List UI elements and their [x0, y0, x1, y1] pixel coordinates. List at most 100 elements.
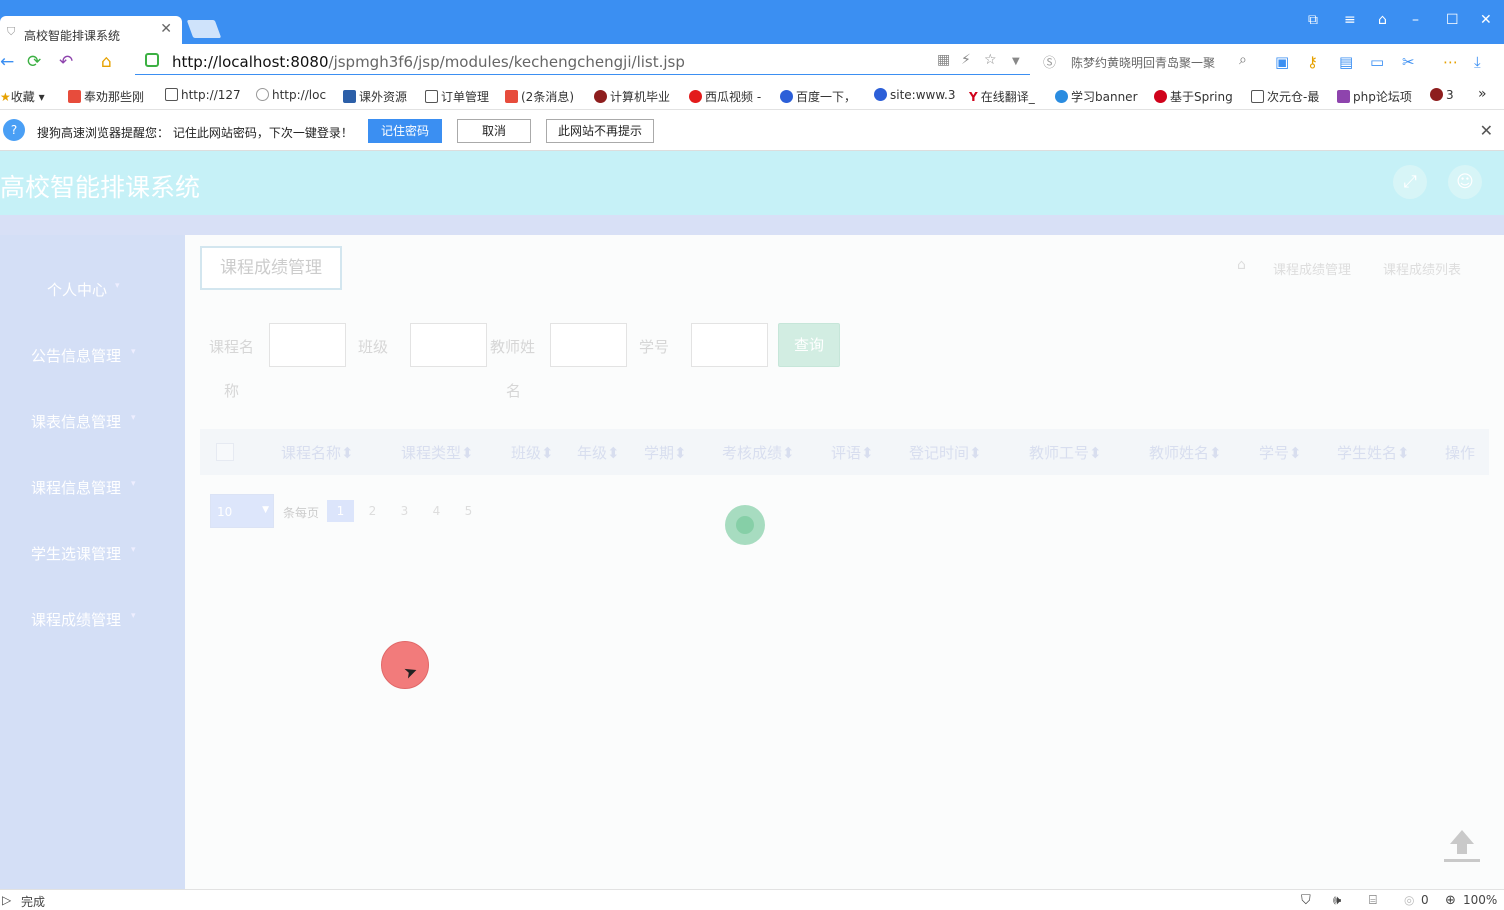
zoom-icon[interactable]: ⊕	[1445, 893, 1456, 908]
search-icon[interactable]: ⌕	[1239, 52, 1247, 68]
download-icon[interactable]: ⤓	[1474, 53, 1481, 71]
new-tab-button[interactable]	[186, 20, 222, 38]
star-icon[interactable]: ☆	[984, 52, 997, 68]
more-icon[interactable]: ⋯	[1443, 53, 1458, 71]
close-notice-icon[interactable]: ✕	[1480, 121, 1493, 140]
skin-icon[interactable]: ⌂	[1378, 12, 1387, 28]
dropdown-icon[interactable]: ▼	[1012, 56, 1020, 67]
address-bar[interactable]: http://localhost:8080/jspmgh3f6/jsp/modu…	[135, 49, 1030, 75]
bookmark-item[interactable]: 百度一下，	[780, 88, 856, 105]
teacher-name-input[interactable]	[550, 323, 627, 367]
security-icon[interactable]: ⛉	[1301, 893, 1311, 908]
sidebar-item-grades[interactable]: 课程成绩管理 ▾	[0, 605, 185, 635]
browser-nav-bar: ← ⟳ ↶ ⌂ http://localhost:8080/jspmgh3f6/…	[0, 44, 1504, 80]
undo-icon[interactable]: ↶	[59, 52, 73, 72]
query-button[interactable]: 查询	[778, 323, 840, 367]
bookmark-item[interactable]: 奉劝那些刚	[68, 88, 144, 105]
fullscreen-icon[interactable]: ⤢	[1393, 165, 1427, 199]
column-header[interactable]: 课程名称⬍	[281, 442, 354, 463]
column-header[interactable]: 课程类型⬍	[401, 442, 474, 463]
status-arrow-icon: ▷	[2, 893, 12, 907]
course-name-input[interactable]	[269, 323, 346, 367]
page-number[interactable]: 3	[391, 500, 418, 522]
bookmark-item[interactable]: Y 在线翻译_	[969, 88, 1035, 105]
bookmark-item[interactable]: 课外资源	[343, 88, 407, 105]
bookmark-item[interactable]: (2条消息)	[505, 88, 574, 105]
ad-block-icon[interactable]: ◎	[1404, 893, 1414, 907]
column-header[interactable]: 登记时间⬍	[909, 442, 982, 463]
student-no-input[interactable]	[691, 323, 768, 367]
column-header[interactable]: 教师工号⬍	[1029, 442, 1102, 463]
cancel-button[interactable]: 取消	[457, 119, 531, 143]
loading-indicator	[725, 505, 765, 545]
reader-icon[interactable]: ▤	[1339, 53, 1353, 71]
course-name-label-wrap: 称	[224, 382, 240, 400]
bookmark-item[interactable]: http://127	[165, 88, 241, 102]
minimize-icon[interactable]: –	[1412, 12, 1419, 28]
zoom-level[interactable]: 100%	[1463, 893, 1497, 907]
home-icon[interactable]: ⌂	[1237, 257, 1246, 273]
user-icon[interactable]: ☺	[1448, 165, 1482, 199]
sidebar-item-personal-center[interactable]: 个人中心 ▾	[0, 275, 185, 305]
column-header[interactable]: 评语⬍	[831, 442, 874, 463]
sidebar-item-notices[interactable]: 公告信息管理 ▾	[0, 341, 185, 371]
column-header[interactable]: 考核成绩⬍	[722, 442, 795, 463]
search-text[interactable]: 陈梦约黄晓明回青岛聚一聚	[1071, 54, 1215, 71]
bookmarks-overflow-icon[interactable]: »	[1478, 86, 1487, 102]
sidebar-item-course-selection[interactable]: 学生选课管理 ▾	[0, 539, 185, 569]
close-window-icon[interactable]: ✕	[1480, 12, 1492, 28]
back-to-top-icon[interactable]	[1440, 826, 1484, 866]
home-icon[interactable]: ⌂	[101, 52, 112, 72]
back-icon[interactable]: ←	[0, 52, 14, 72]
never-remind-button[interactable]: 此网站不再提示	[546, 119, 654, 143]
bookmark-item[interactable]: 西瓜视频 -	[689, 88, 761, 105]
tab-count-icon[interactable]: ⧉	[1308, 12, 1318, 28]
sidebar-item-courses[interactable]: 课程信息管理 ▾	[0, 473, 185, 503]
remember-password-button[interactable]: 记住密码	[368, 119, 442, 143]
column-header[interactable]: 班级⬍	[511, 442, 554, 463]
sound-icon[interactable]: 🕪	[1333, 893, 1341, 908]
bookmark-item[interactable]: 基于Spring	[1154, 88, 1233, 105]
class-input[interactable]	[410, 323, 487, 367]
qr-icon[interactable]: ▦	[937, 52, 950, 68]
translate-icon[interactable]: ▣	[1275, 53, 1289, 71]
star-icon: ★	[0, 90, 11, 104]
page-number[interactable]: 2	[359, 500, 386, 522]
bookmark-item[interactable]: php论坛项	[1337, 88, 1412, 105]
page-number[interactable]: 1	[327, 500, 354, 522]
speed-icon[interactable]: ⚡	[961, 52, 971, 68]
maximize-icon[interactable]: ☐	[1446, 12, 1459, 28]
bookmark-item[interactable]: site:www.3	[874, 88, 956, 102]
column-header[interactable]: 学号⬍	[1259, 442, 1302, 463]
browser-tab-active[interactable]: ⛉ 高校智能排课系统 ✕	[0, 16, 182, 44]
menu-icon[interactable]: ≡	[1344, 12, 1356, 28]
bookmark-item[interactable]: 学习banner	[1055, 88, 1138, 105]
page-title: 课程成绩管理	[200, 246, 342, 290]
bookmark-item[interactable]: http://loc	[256, 88, 326, 102]
bookmark-item[interactable]: 订单管理	[425, 88, 489, 105]
reload-icon[interactable]: ⟳	[27, 52, 41, 72]
column-header[interactable]: 年级⬍	[577, 442, 620, 463]
column-header[interactable]: 学生姓名⬍	[1337, 442, 1410, 463]
column-header[interactable]: 学期⬍	[644, 442, 687, 463]
column-header[interactable]: 教师姓名⬍	[1149, 442, 1222, 463]
bookmark-item[interactable]: 计算机毕业	[594, 88, 670, 105]
breadcrumb-item[interactable]: 课程成绩管理	[1273, 259, 1351, 278]
bookmark-item[interactable]: 次元仓-最	[1251, 88, 1319, 105]
url-text[interactable]: http://localhost:8080/jspmgh3f6/jsp/modu…	[172, 53, 685, 71]
select-all-checkbox[interactable]	[216, 443, 234, 461]
page-size-select[interactable]: 10 ▼	[210, 494, 274, 528]
bookmark-favorites[interactable]: ★收藏 ▾	[0, 88, 45, 105]
scissors-icon[interactable]: ✂	[1402, 53, 1415, 71]
page-number[interactable]: 5	[455, 500, 482, 522]
search-box[interactable]: Ⓢ 陈梦约黄晓明回青岛聚一聚 ⌕	[1043, 52, 1258, 72]
bookmark-item[interactable]: 3	[1430, 88, 1454, 102]
column-header: 操作	[1445, 444, 1476, 462]
key-icon[interactable]: ⚷	[1307, 53, 1318, 71]
tab-close-icon[interactable]: ✕	[160, 21, 172, 37]
page-number[interactable]: 4	[423, 500, 450, 522]
window-icon[interactable]: ▭	[1370, 53, 1384, 71]
sidebar-item-timetable[interactable]: 课表信息管理 ▾	[0, 407, 185, 437]
lock-icon[interactable]: ⌸	[1369, 893, 1377, 908]
browser-tab-bar: ⛉ 高校智能排课系统 ✕ ⧉ ≡ ⌂ – ☐ ✕	[0, 0, 1504, 44]
